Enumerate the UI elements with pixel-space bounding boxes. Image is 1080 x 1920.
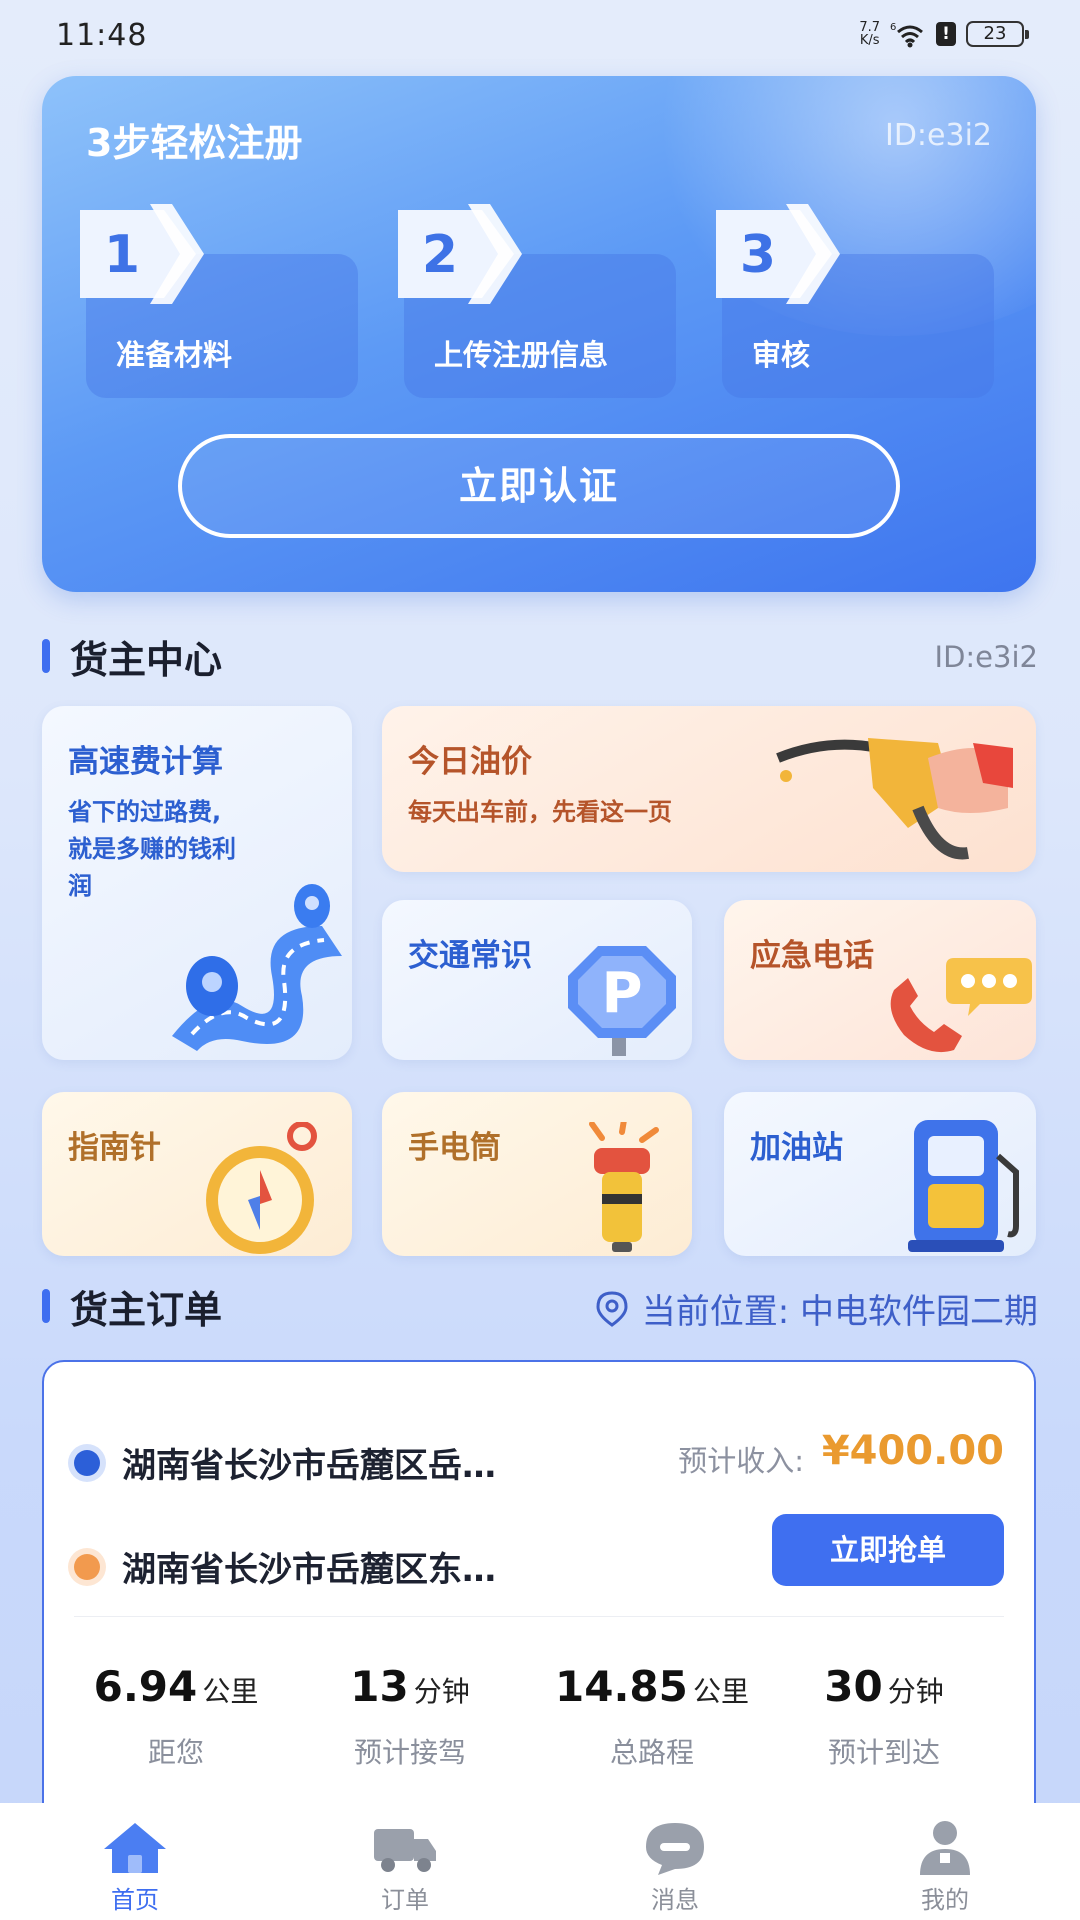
step-number-badge: 2 (398, 204, 522, 304)
tile-subtitle: 就是多赚的钱利 (68, 835, 236, 863)
section-title: 货主订单 (70, 1287, 223, 1332)
to-dot (74, 1553, 100, 1580)
home-icon (104, 1823, 166, 1873)
alert-icon: ! (936, 22, 956, 46)
truck-icon (374, 1829, 436, 1872)
tile-title: 高速费计算 (68, 744, 223, 780)
register-card: 3步轻松注册 ID:e3i2 准备材料 1 上传注册信息 2 审核 3 立即认证 (42, 76, 1036, 592)
step-number-badge: 1 (80, 204, 204, 304)
tile-subtitle: 润 (68, 872, 92, 900)
battery-icon: 23 (966, 21, 1029, 47)
verify-now-button[interactable]: 立即认证 (178, 434, 900, 538)
svg-text:1: 1 (104, 225, 140, 285)
tile-title: 应急电话 (750, 938, 874, 974)
user-icon (920, 1821, 970, 1875)
stat-arrival-time: 30 分钟 预计到达 (824, 1662, 944, 1769)
register-id: ID:e3i2 (884, 118, 992, 153)
status-icons: 7.7 K/s 6 ! 23 (859, 20, 1029, 48)
fuel-pump-icon (908, 1120, 1019, 1252)
phone-call-icon (890, 958, 1032, 1053)
step-number-badge: 3 (716, 204, 840, 304)
owner-center-header: 货主中心 (42, 630, 222, 682)
status-bar: 11:48 7.7 K/s 6 ! 23 (0, 0, 1080, 72)
tile-title: 手电筒 (408, 1130, 501, 1166)
svg-text:P: P (601, 961, 642, 1026)
tile-title: 交通常识 (408, 938, 532, 974)
compass-tile[interactable]: 指南针 (42, 1092, 352, 1256)
tile-title: 加油站 (750, 1130, 843, 1166)
traffic-knowledge-tile[interactable]: 交通常识 P (382, 900, 692, 1060)
tile-title: 指南针 (68, 1130, 161, 1166)
from-address-row: 湖南省长沙市岳麓区岳… (74, 1438, 496, 1487)
nav-messages[interactable]: 消息 (540, 1803, 810, 1920)
to-address-row: 湖南省长沙市岳麓区东… (74, 1542, 496, 1591)
tile-subtitle: 省下的过路费, (68, 798, 222, 826)
toll-calculator-tile[interactable]: 高速费计算 省下的过路费, 就是多赚的钱利 润 (42, 706, 352, 1060)
flashlight-tile[interactable]: 手电筒 (382, 1092, 692, 1256)
step-label: 审核 (752, 338, 811, 372)
svg-text:2: 2 (422, 225, 458, 285)
from-address: 湖南省长沙市岳麓区岳… (122, 1446, 496, 1486)
oil-price-tile[interactable]: 今日油价 每天出车前，先看这一页 (382, 706, 1036, 872)
net-speed: 7.7 K/s (859, 20, 880, 48)
tile-title: 今日油价 (408, 744, 532, 780)
emergency-call-tile[interactable]: 应急电话 (724, 900, 1036, 1060)
section-marker (42, 1289, 50, 1323)
nav-orders[interactable]: 订单 (270, 1803, 540, 1920)
fuel-nozzle-icon (776, 738, 1013, 860)
orders-header: 货主订单 (42, 1280, 222, 1332)
svg-text:6: 6 (890, 22, 896, 33)
flashlight-icon (589, 1122, 659, 1252)
stat-distance: 6.94 公里 距您 (93, 1662, 259, 1769)
svg-text:3: 3 (740, 225, 776, 285)
to-address: 湖南省长沙市岳麓区东… (122, 1550, 496, 1590)
current-location[interactable]: 当前位置: 中电软件园二期 (596, 1284, 1038, 1333)
register-title: 3步轻松注册 (86, 121, 303, 165)
nav-profile[interactable]: 我的 (810, 1803, 1080, 1920)
nav-home[interactable]: 首页 (0, 1803, 270, 1920)
step-label: 上传注册信息 (434, 338, 609, 372)
section-marker (42, 639, 50, 673)
section-title: 货主中心 (70, 637, 223, 682)
step-label: 准备材料 (116, 338, 233, 372)
message-icon (646, 1823, 704, 1875)
divider (74, 1616, 1004, 1617)
bottom-nav: 首页 订单 消息 我的 (0, 1803, 1080, 1920)
parking-sign-icon: P (568, 946, 676, 1056)
stat-pickup-time: 13 分钟 预计接驾 (350, 1662, 470, 1769)
location-pin-icon (596, 1290, 628, 1327)
route-map-icon (172, 884, 342, 1051)
order-card[interactable]: 湖南省长沙市岳麓区岳… 预计收入: ¥400.00 湖南省长沙市岳麓区东… 立即… (42, 1360, 1036, 1860)
income-value: ¥400.00 (821, 1428, 1004, 1474)
stat-total-distance: 14.85 公里 总路程 (555, 1662, 749, 1769)
status-time: 11:48 (56, 18, 148, 53)
wifi-icon: 6 (890, 22, 923, 48)
income-label: 预计收入: (678, 1444, 804, 1478)
owner-id: ID:e3i2 (934, 640, 1038, 674)
grab-order-button[interactable]: 立即抢单 (772, 1514, 1004, 1586)
location-text: 当前位置: 中电软件园二期 (641, 1292, 1038, 1332)
compass-icon (206, 1122, 317, 1254)
tile-subtitle: 每天出车前，先看这一页 (408, 798, 672, 826)
gas-station-tile[interactable]: 加油站 (724, 1092, 1036, 1256)
from-dot (74, 1449, 100, 1476)
